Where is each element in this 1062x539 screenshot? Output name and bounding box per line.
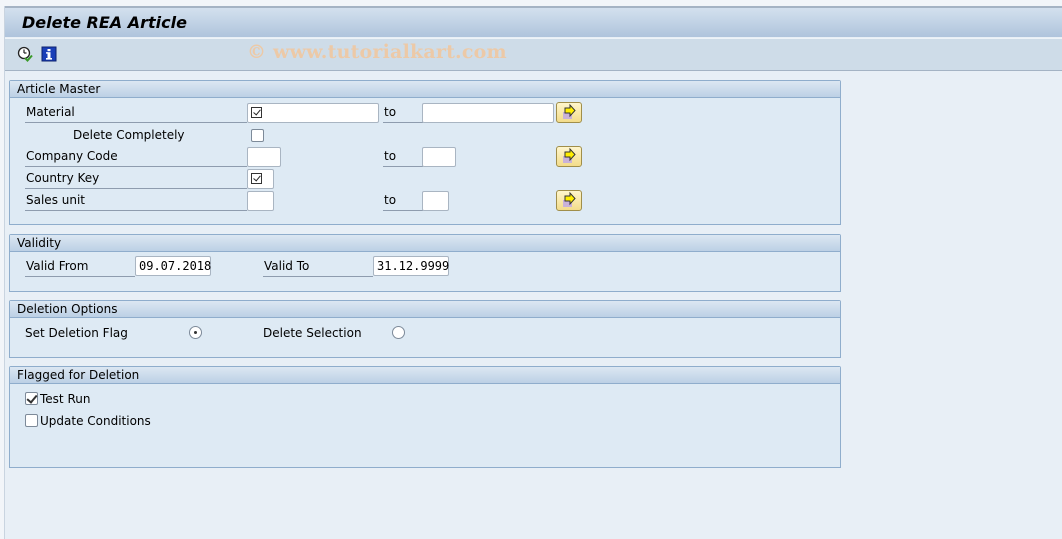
set-deletion-flag-label: Set Deletion Flag xyxy=(25,326,128,340)
test-run-label: Test Run xyxy=(40,392,91,406)
application-toolbar: © www.tutorialkart.com xyxy=(5,38,1062,71)
update-conditions-checkbox[interactable] xyxy=(25,414,38,427)
country-key-input[interactable] xyxy=(247,169,274,189)
group-deletion-options: Deletion Options Set Deletion Flag Delet… xyxy=(9,300,841,358)
valid-from-input[interactable]: 09.07.2018 xyxy=(135,256,211,276)
sales-unit-from-input[interactable] xyxy=(247,191,274,211)
to-label: to xyxy=(383,193,423,211)
valid-from-label: Valid From xyxy=(25,259,135,277)
group-title: Validity xyxy=(10,235,840,252)
company-code-from-input[interactable] xyxy=(247,147,281,167)
company-code-multiple-selection-button[interactable] xyxy=(556,146,582,167)
group-article-master: Article Master Material to Delete Comple… xyxy=(9,80,841,225)
watermark: © www.tutorialkart.com xyxy=(247,41,507,63)
group-validity: Validity Valid From 09.07.2018 Valid To … xyxy=(9,234,841,292)
page-title: Delete REA Article xyxy=(22,13,187,32)
required-check-icon xyxy=(251,107,262,118)
set-deletion-flag-radio[interactable] xyxy=(189,326,202,339)
to-label: to xyxy=(383,105,423,123)
execute-clock-icon[interactable] xyxy=(17,46,33,62)
group-title: Article Master xyxy=(10,81,840,98)
material-label: Material xyxy=(25,105,247,123)
arrow-right-icon xyxy=(563,191,576,207)
info-icon[interactable] xyxy=(41,46,57,62)
sales-unit-to-input[interactable] xyxy=(422,191,449,211)
group-title: Deletion Options xyxy=(10,301,840,318)
delete-selection-radio[interactable] xyxy=(392,326,405,339)
valid-to-label: Valid To xyxy=(263,259,373,277)
delete-completely-checkbox[interactable] xyxy=(251,129,264,142)
valid-to-input[interactable]: 31.12.9999 xyxy=(373,256,449,276)
company-code-to-input[interactable] xyxy=(422,147,456,167)
sales-unit-label: Sales unit xyxy=(25,193,247,211)
delete-selection-label: Delete Selection xyxy=(263,326,362,340)
company-code-label: Company Code xyxy=(25,149,247,167)
to-label: to xyxy=(383,149,423,167)
update-conditions-label: Update Conditions xyxy=(40,414,151,428)
test-run-checkbox[interactable] xyxy=(25,392,38,405)
required-check-icon xyxy=(251,173,262,184)
sap-window: Delete REA Article © www.tutorialkart.co… xyxy=(4,6,1062,539)
sales-unit-multiple-selection-button[interactable] xyxy=(556,190,582,211)
group-title: Flagged for Deletion xyxy=(10,367,840,384)
group-flagged-for-deletion: Flagged for Deletion Test Run Update Con… xyxy=(9,366,841,468)
arrow-right-icon xyxy=(563,147,576,163)
arrow-right-icon xyxy=(563,103,576,119)
material-to-input[interactable] xyxy=(422,103,554,123)
delete-completely-label: Delete Completely xyxy=(73,128,185,142)
country-key-label: Country Key xyxy=(25,171,247,189)
material-multiple-selection-button[interactable] xyxy=(556,102,582,123)
title-bar: Delete REA Article xyxy=(5,6,1062,37)
material-from-input[interactable] xyxy=(247,103,379,123)
